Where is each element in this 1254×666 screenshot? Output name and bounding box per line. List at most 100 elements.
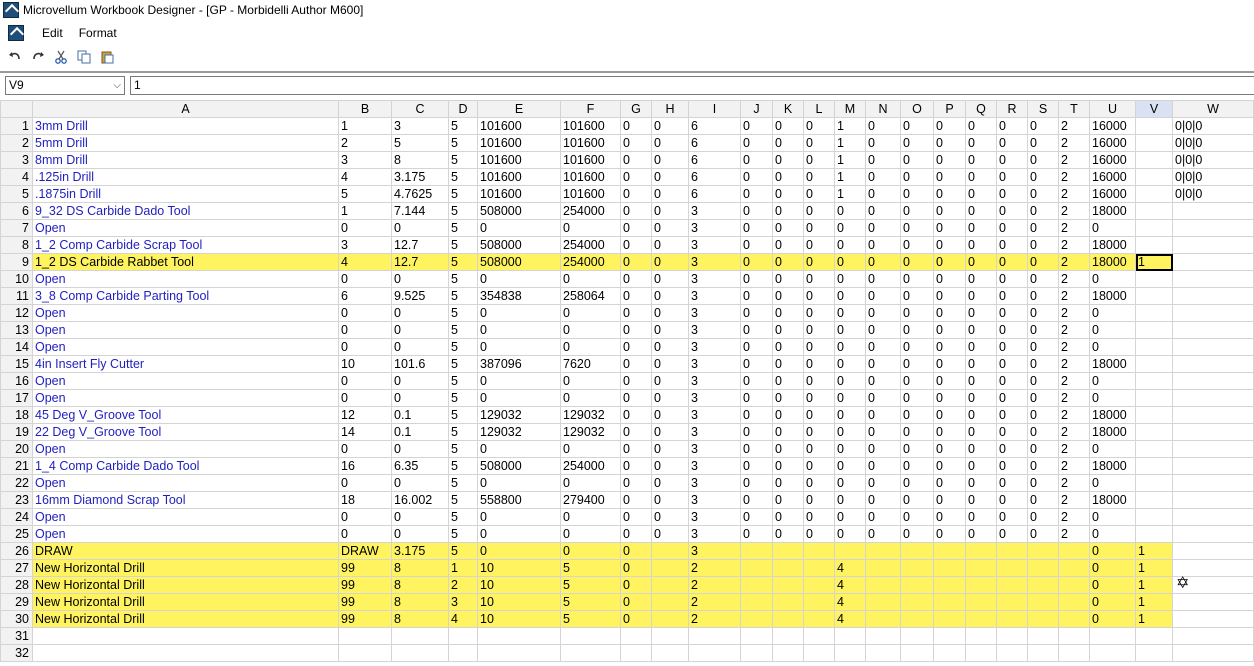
cell-b1[interactable]: 1	[338, 117, 392, 135]
cell-w14[interactable]	[1172, 338, 1254, 356]
cell-u8[interactable]: 18000	[1089, 236, 1136, 254]
cell-r24[interactable]: 0	[996, 508, 1028, 526]
cell-m5[interactable]: 1	[834, 185, 866, 203]
row-header[interactable]: 5	[0, 185, 33, 203]
cell-a25[interactable]: Open	[32, 525, 339, 543]
cell-t24[interactable]: 2	[1058, 508, 1090, 526]
cell-d27[interactable]: 1	[448, 559, 478, 577]
cell-o17[interactable]: 0	[900, 389, 934, 407]
cell-i9[interactable]: 3	[688, 253, 741, 271]
cell-o9[interactable]: 0	[900, 253, 934, 271]
cell-d14[interactable]: 5	[448, 338, 478, 356]
cell-s28[interactable]	[1027, 576, 1059, 594]
column-header-a[interactable]: A	[32, 100, 339, 118]
cell-r3[interactable]: 0	[996, 151, 1028, 169]
cell-p7[interactable]: 0	[933, 219, 966, 237]
cell-b32[interactable]	[338, 644, 392, 662]
cell-q20[interactable]: 0	[965, 440, 997, 458]
cell-s18[interactable]: 0	[1027, 406, 1059, 424]
cell-j15[interactable]: 0	[740, 355, 773, 373]
cell-c1[interactable]: 3	[391, 117, 449, 135]
cell-l11[interactable]: 0	[803, 287, 835, 305]
cell-d5[interactable]: 5	[448, 185, 478, 203]
cell-u13[interactable]: 0	[1089, 321, 1136, 339]
cell-h25[interactable]: 0	[651, 525, 689, 543]
cell-g12[interactable]: 0	[620, 304, 652, 322]
cell-o10[interactable]: 0	[900, 270, 934, 288]
cell-v29[interactable]: 1	[1135, 593, 1173, 611]
cut-icon[interactable]	[51, 47, 71, 67]
cell-m11[interactable]: 0	[834, 287, 866, 305]
cell-h27[interactable]	[651, 559, 689, 577]
cell-u20[interactable]: 0	[1089, 440, 1136, 458]
cell-g8[interactable]: 0	[620, 236, 652, 254]
cell-t23[interactable]: 2	[1058, 491, 1090, 509]
cell-b18[interactable]: 12	[338, 406, 392, 424]
cell-v15[interactable]	[1135, 355, 1173, 373]
cell-w31[interactable]	[1172, 627, 1254, 645]
paste-icon[interactable]	[97, 47, 117, 67]
cell-j25[interactable]: 0	[740, 525, 773, 543]
cell-s31[interactable]	[1027, 627, 1059, 645]
cell-d17[interactable]: 5	[448, 389, 478, 407]
cell-j5[interactable]: 0	[740, 185, 773, 203]
cell-a20[interactable]: Open	[32, 440, 339, 458]
cell-t15[interactable]: 2	[1058, 355, 1090, 373]
cell-a26[interactable]: DRAW	[32, 542, 339, 560]
cell-s9[interactable]: 0	[1027, 253, 1059, 271]
cell-k23[interactable]: 0	[772, 491, 804, 509]
cell-c15[interactable]: 101.6	[391, 355, 449, 373]
cell-n18[interactable]: 0	[865, 406, 901, 424]
cell-u9[interactable]: 18000	[1089, 253, 1136, 271]
cell-g1[interactable]: 0	[620, 117, 652, 135]
column-header-m[interactable]: M	[834, 100, 866, 118]
cell-c21[interactable]: 6.35	[391, 457, 449, 475]
cell-d6[interactable]: 5	[448, 202, 478, 220]
cell-d21[interactable]: 5	[448, 457, 478, 475]
cell-r6[interactable]: 0	[996, 202, 1028, 220]
cell-h29[interactable]	[651, 593, 689, 611]
cell-o5[interactable]: 0	[900, 185, 934, 203]
column-header-l[interactable]: L	[803, 100, 835, 118]
cell-m3[interactable]: 1	[834, 151, 866, 169]
cell-m12[interactable]: 0	[834, 304, 866, 322]
cell-b24[interactable]: 0	[338, 508, 392, 526]
cell-g29[interactable]: 0	[620, 593, 652, 611]
column-header-r[interactable]: R	[996, 100, 1028, 118]
cell-f9[interactable]: 254000	[560, 253, 621, 271]
cell-k24[interactable]: 0	[772, 508, 804, 526]
cell-w19[interactable]	[1172, 423, 1254, 441]
cell-n29[interactable]	[865, 593, 901, 611]
cell-o4[interactable]: 0	[900, 168, 934, 186]
cell-u17[interactable]: 0	[1089, 389, 1136, 407]
cell-p2[interactable]: 0	[933, 134, 966, 152]
cell-l20[interactable]: 0	[803, 440, 835, 458]
cell-t29[interactable]	[1058, 593, 1090, 611]
cell-w12[interactable]	[1172, 304, 1254, 322]
cell-c6[interactable]: 7.144	[391, 202, 449, 220]
cell-r22[interactable]: 0	[996, 474, 1028, 492]
cell-w1[interactable]: 0|0|0	[1172, 117, 1254, 135]
cell-s30[interactable]	[1027, 610, 1059, 628]
cell-k19[interactable]: 0	[772, 423, 804, 441]
cell-l2[interactable]: 0	[803, 134, 835, 152]
cell-a5[interactable]: .1875in Drill	[32, 185, 339, 203]
cell-f13[interactable]: 0	[560, 321, 621, 339]
cell-d18[interactable]: 5	[448, 406, 478, 424]
cell-t3[interactable]: 2	[1058, 151, 1090, 169]
cell-d7[interactable]: 5	[448, 219, 478, 237]
cell-c25[interactable]: 0	[391, 525, 449, 543]
cell-s17[interactable]: 0	[1027, 389, 1059, 407]
cell-w32[interactable]	[1172, 644, 1254, 662]
cell-w15[interactable]	[1172, 355, 1254, 373]
cell-l19[interactable]: 0	[803, 423, 835, 441]
cell-e21[interactable]: 508000	[477, 457, 561, 475]
column-header-b[interactable]: B	[338, 100, 392, 118]
cell-o22[interactable]: 0	[900, 474, 934, 492]
cell-l27[interactable]	[803, 559, 835, 577]
cell-i28[interactable]: 2	[688, 576, 741, 594]
column-header-p[interactable]: P	[933, 100, 966, 118]
cell-h7[interactable]: 0	[651, 219, 689, 237]
cell-i12[interactable]: 3	[688, 304, 741, 322]
cell-l16[interactable]: 0	[803, 372, 835, 390]
